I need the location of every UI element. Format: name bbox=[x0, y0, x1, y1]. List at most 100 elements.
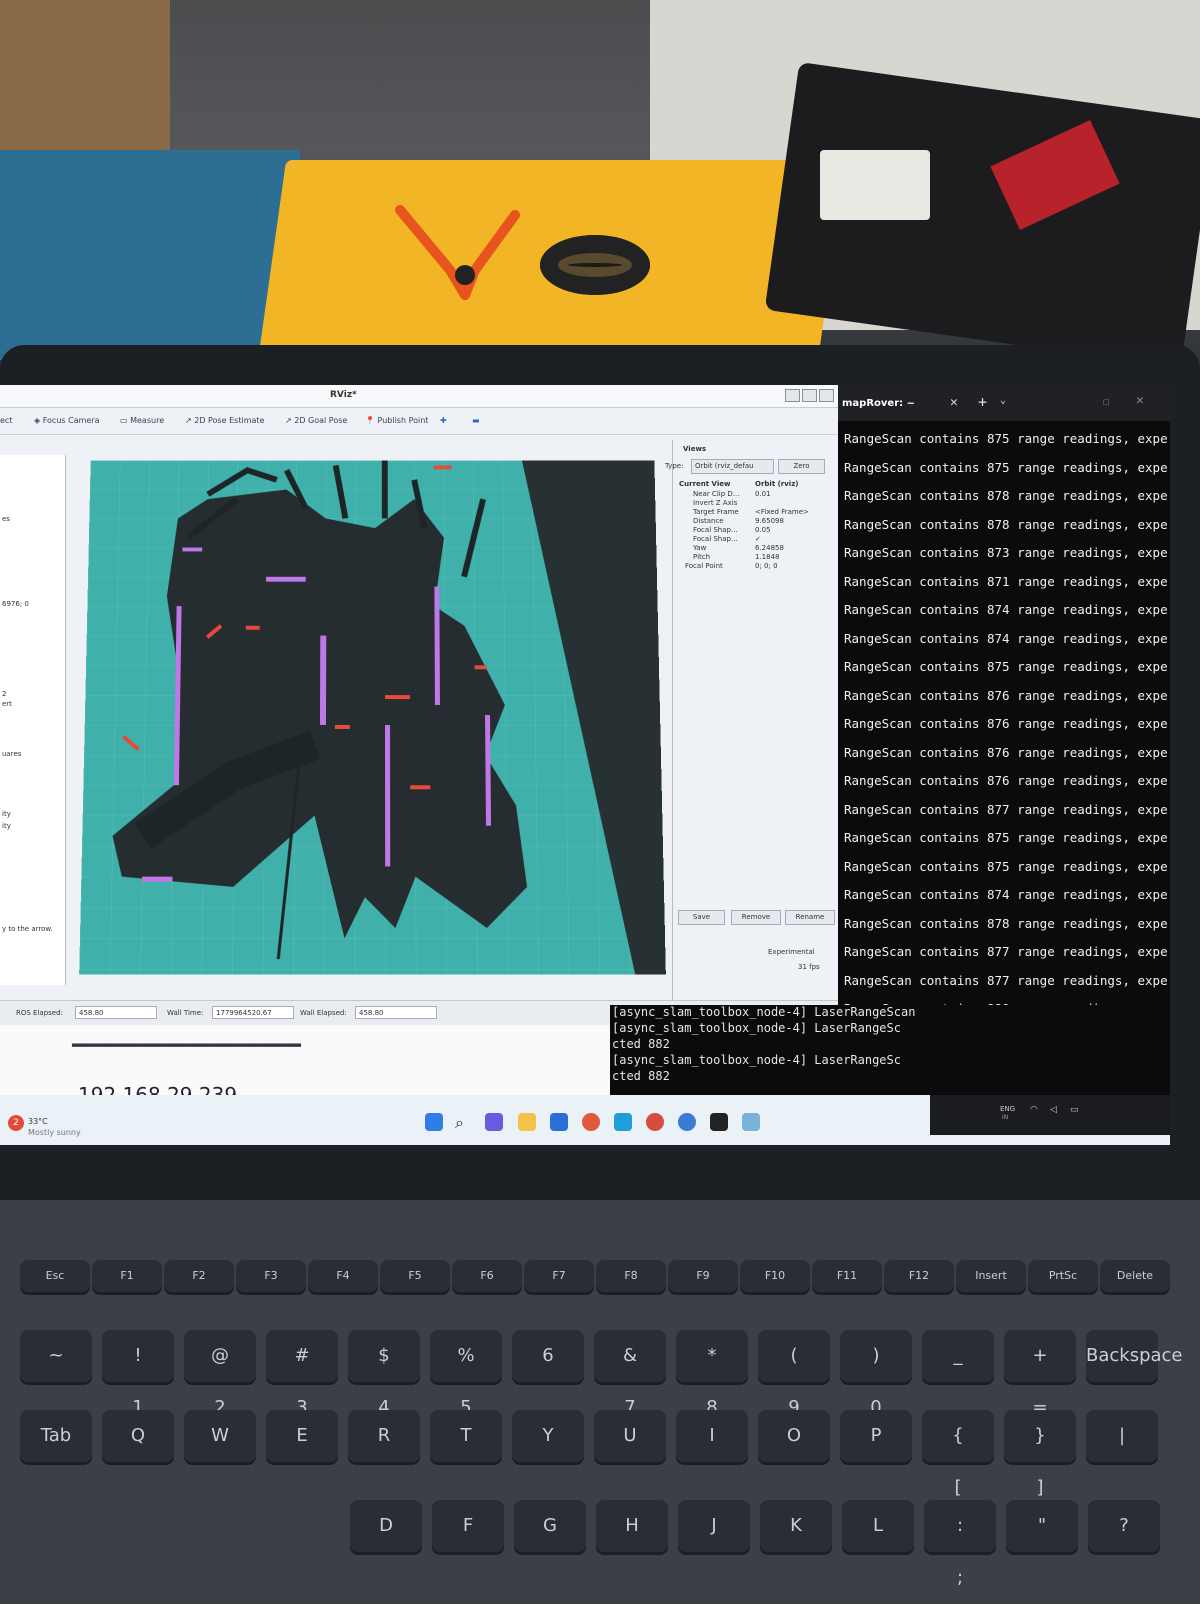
keyboard-key[interactable]: P bbox=[840, 1410, 912, 1462]
keyboard-key[interactable]: W bbox=[184, 1410, 256, 1462]
keyboard-key[interactable]: 6 bbox=[512, 1330, 584, 1382]
keyboard-key[interactable]: F1 bbox=[92, 1260, 162, 1292]
keyboard-key[interactable]: F5 bbox=[380, 1260, 450, 1292]
keyboard-key[interactable]: ? bbox=[1088, 1500, 1160, 1552]
language-indicator[interactable]: ENG bbox=[1000, 1105, 1015, 1113]
store-icon[interactable] bbox=[550, 1113, 568, 1131]
terminal-tab-title[interactable]: mapRover: ~ bbox=[842, 398, 915, 409]
keyboard-key[interactable]: F11 bbox=[812, 1260, 882, 1292]
keyboard-key[interactable]: U bbox=[594, 1410, 666, 1462]
prop-value[interactable]: 1.1848 bbox=[755, 553, 780, 561]
keyboard-key[interactable]: : ; bbox=[924, 1500, 996, 1588]
keyboard-key[interactable]: R bbox=[348, 1410, 420, 1462]
tool-2d-goal-pose[interactable]: ↗ 2D Goal Pose bbox=[285, 416, 347, 425]
keyboard-key[interactable]: _ bbox=[922, 1330, 994, 1382]
prop-value[interactable]: <Fixed Frame> bbox=[755, 508, 809, 516]
keyboard-key[interactable]: F9 bbox=[668, 1260, 738, 1292]
keyboard-key[interactable]: F bbox=[432, 1500, 504, 1552]
file-explorer-icon[interactable] bbox=[518, 1113, 536, 1131]
tool-interact[interactable]: ect bbox=[0, 416, 12, 425]
prop-value[interactable]: 6.24858 bbox=[755, 544, 784, 552]
keyboard-key[interactable]: L bbox=[842, 1500, 914, 1552]
keyboard-key[interactable]: G bbox=[514, 1500, 586, 1552]
keyboard-key[interactable]: H bbox=[596, 1500, 668, 1552]
save-view-button[interactable]: Save bbox=[678, 910, 725, 925]
view-type-select[interactable]: Orbit (rviz_defau bbox=[691, 459, 774, 474]
keyboard-key[interactable]: } ] bbox=[1004, 1410, 1076, 1498]
battery-icon[interactable]: ▭ bbox=[1070, 1105, 1079, 1115]
vscode-icon[interactable] bbox=[742, 1113, 760, 1131]
keyboard-key[interactable]: Y bbox=[512, 1410, 584, 1462]
tool-publish-point[interactable]: 📍 Publish Point bbox=[365, 416, 428, 425]
keyboard-key[interactable]: Insert bbox=[956, 1260, 1026, 1292]
keyboard-key[interactable]: F10 bbox=[740, 1260, 810, 1292]
prop-value[interactable]: 0; 0; 0 bbox=[755, 562, 778, 570]
chrome-profile-icon[interactable] bbox=[678, 1113, 696, 1131]
close-tab-icon[interactable]: ✕ bbox=[950, 395, 958, 410]
search-icon[interactable]: ⌕ bbox=[455, 1113, 473, 1132]
keyboard-key[interactable]: ) 0 bbox=[840, 1330, 912, 1418]
chevron-down-icon[interactable]: ⌄ bbox=[1000, 395, 1006, 406]
wifi-icon[interactable]: ◠ bbox=[1030, 1105, 1038, 1115]
rename-view-button[interactable]: Rename bbox=[785, 910, 835, 925]
keyboard-key[interactable]: ~ bbox=[20, 1330, 92, 1382]
keyboard-key[interactable]: ( 9 bbox=[758, 1330, 830, 1418]
keyboard-key[interactable]: { [ bbox=[922, 1410, 994, 1498]
keyboard-key[interactable]: + = bbox=[1004, 1330, 1076, 1418]
keyboard-key[interactable]: " bbox=[1006, 1500, 1078, 1552]
keyboard-key[interactable]: J bbox=[678, 1500, 750, 1552]
keyboard-key[interactable]: | bbox=[1086, 1410, 1158, 1462]
keyboard-key[interactable]: F2 bbox=[164, 1260, 234, 1292]
keyboard-key[interactable]: Q bbox=[102, 1410, 174, 1462]
keyboard-key[interactable]: T bbox=[430, 1410, 502, 1462]
keyboard-key[interactable]: * 8 bbox=[676, 1330, 748, 1418]
volume-icon[interactable]: ◁ bbox=[1050, 1105, 1057, 1115]
weather-badge-icon[interactable]: 2 bbox=[8, 1115, 24, 1131]
keyboard-key[interactable]: F12 bbox=[884, 1260, 954, 1292]
keyboard-key[interactable]: Tab bbox=[20, 1410, 92, 1462]
terminal-window[interactable]: mapRover: ~ ✕ + ⌄ ☐ ✕ RangeScan contains… bbox=[838, 385, 1170, 1085]
keyboard-key[interactable]: # 3 bbox=[266, 1330, 338, 1418]
keyboard-key[interactable]: E bbox=[266, 1410, 338, 1462]
prop-value[interactable]: 0.05 bbox=[755, 526, 771, 534]
tool-measure[interactable]: ▭ Measure bbox=[120, 416, 164, 425]
keyboard-key[interactable]: $ 4 bbox=[348, 1330, 420, 1418]
keyboard-key[interactable]: F8 bbox=[596, 1260, 666, 1292]
keyboard-key[interactable]: K bbox=[760, 1500, 832, 1552]
keyboard-key[interactable]: Esc bbox=[20, 1260, 90, 1292]
keyboard-key[interactable]: @ 2 bbox=[184, 1330, 256, 1418]
keyboard-key[interactable]: O bbox=[758, 1410, 830, 1462]
keyboard-key[interactable]: PrtSc bbox=[1028, 1260, 1098, 1292]
keyboard-key[interactable]: F6 bbox=[452, 1260, 522, 1292]
weather-temp[interactable]: 33°C bbox=[28, 1117, 48, 1126]
app-icon[interactable] bbox=[582, 1113, 600, 1131]
rviz-3d-viewport[interactable] bbox=[79, 460, 666, 975]
new-tab-icon[interactable]: + bbox=[978, 393, 987, 411]
remove-tool-icon[interactable]: ▬ bbox=[472, 416, 480, 425]
keyboard-key[interactable]: Delete bbox=[1100, 1260, 1170, 1292]
keyboard-key[interactable]: Backspace bbox=[1086, 1330, 1183, 1382]
keyboard-key[interactable]: F4 bbox=[308, 1260, 378, 1292]
zero-button[interactable]: Zero bbox=[778, 459, 825, 474]
tool-2d-pose-estimate[interactable]: ↗ 2D Pose Estimate bbox=[185, 416, 264, 425]
start-icon[interactable] bbox=[425, 1113, 443, 1131]
close-button[interactable] bbox=[819, 389, 834, 402]
keyboard-key[interactable]: I bbox=[676, 1410, 748, 1462]
close-window-icon[interactable]: ✕ bbox=[1136, 393, 1144, 408]
remove-view-button[interactable]: Remove bbox=[731, 910, 781, 925]
rviz-titlebar[interactable]: RViz* bbox=[0, 385, 840, 408]
prop-value[interactable]: 0.01 bbox=[755, 490, 771, 498]
add-tool-icon[interactable]: ✚ bbox=[440, 416, 447, 425]
minimize-button[interactable] bbox=[785, 389, 800, 402]
tool-focus-camera[interactable]: ◈ Focus Camera bbox=[34, 416, 100, 425]
keyboard-key[interactable]: ! 1 bbox=[102, 1330, 174, 1418]
terminal-icon[interactable] bbox=[710, 1113, 728, 1131]
keyboard-key[interactable]: D bbox=[350, 1500, 422, 1552]
edge-icon[interactable] bbox=[614, 1113, 632, 1131]
keyboard-key[interactable]: F7 bbox=[524, 1260, 594, 1292]
copilot-icon[interactable] bbox=[485, 1113, 503, 1131]
prop-value[interactable]: ✓ bbox=[755, 535, 761, 543]
keyboard-key[interactable]: % 5 bbox=[430, 1330, 502, 1418]
chrome-icon[interactable] bbox=[646, 1113, 664, 1131]
prop-value[interactable]: 9.65098 bbox=[755, 517, 784, 525]
